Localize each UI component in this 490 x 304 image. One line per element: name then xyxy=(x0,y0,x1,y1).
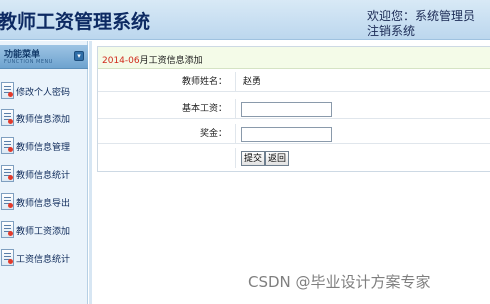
sidebar-item-label: 教师工资添加 xyxy=(16,227,71,237)
menu-subtitle: FUNCTION MENU xyxy=(4,59,53,65)
menu-header: 功能菜单 FUNCTION MENU ▾ xyxy=(0,45,88,69)
bonus-input[interactable] xyxy=(241,127,332,142)
logout-link[interactable]: 注销系统 xyxy=(367,22,415,39)
sidebar-item-label: 教师信息添加 xyxy=(16,115,71,125)
base-salary-label: 基本工资： xyxy=(98,99,236,118)
teacher-name-value: 赵勇 xyxy=(243,77,262,87)
base-salary-input[interactable] xyxy=(241,102,332,117)
document-icon xyxy=(1,193,14,210)
sidebar-item-change-password[interactable]: 修改个人密码 xyxy=(0,80,88,102)
collapse-icon[interactable]: ▾ xyxy=(74,51,84,61)
teacher-name-label: 教师姓名： xyxy=(98,72,236,91)
document-icon xyxy=(1,249,14,266)
sidebar-item-teacher-add[interactable]: 教师信息添加 xyxy=(0,107,88,129)
document-icon xyxy=(1,221,14,238)
back-button[interactable]: 返回 xyxy=(265,151,290,166)
document-icon xyxy=(1,137,14,154)
document-icon xyxy=(1,82,14,99)
bonus-label: 奖金： xyxy=(98,124,236,143)
sidebar-item-label: 工资信息统计 xyxy=(16,255,71,265)
document-icon xyxy=(1,109,14,126)
app-title: 教师工资管理系统 xyxy=(0,11,151,33)
sidebar: 功能菜单 FUNCTION MENU ▾ 修改个人密码 教师信息添加 教师信息管… xyxy=(0,41,88,304)
sidebar-item-label: 教师信息统计 xyxy=(16,171,71,181)
base-salary-row: 基本工资： xyxy=(98,99,490,119)
form-title: 月工资信息添加 xyxy=(139,56,203,66)
salary-add-form: 2014-06月工资信息添加 教师姓名： 赵勇 基本工资： 奖金： 提交 返回 xyxy=(97,46,490,172)
header-bar: 教师工资管理系统 欢迎您：系统管理员 注销系统 xyxy=(0,0,490,40)
sidebar-item-teacher-manage[interactable]: 教师信息管理 xyxy=(0,135,88,157)
sidebar-item-teacher-export[interactable]: 教师信息导出 xyxy=(0,191,88,213)
form-heading: 2014-06月工资信息添加 xyxy=(98,47,490,69)
form-month: 2014-06 xyxy=(102,56,140,66)
watermark: CSDN @毕业设计方案专家 xyxy=(248,273,431,291)
sidebar-item-teacher-stats[interactable]: 教师信息统计 xyxy=(0,163,88,185)
sidebar-item-salary-add[interactable]: 教师工资添加 xyxy=(0,219,88,241)
document-icon xyxy=(1,165,14,182)
sidebar-splitter[interactable] xyxy=(89,41,92,304)
teacher-name-row: 教师姓名： 赵勇 xyxy=(98,72,490,92)
bonus-row: 奖金： xyxy=(98,124,490,144)
sidebar-item-label: 教师信息管理 xyxy=(16,143,71,153)
sidebar-item-label: 教师信息导出 xyxy=(16,199,71,209)
sidebar-item-salary-stats[interactable]: 工资信息统计 xyxy=(0,247,88,269)
submit-button[interactable]: 提交 xyxy=(241,151,266,166)
sidebar-item-label: 修改个人密码 xyxy=(16,88,71,98)
actions-row: 提交 返回 xyxy=(98,148,490,168)
